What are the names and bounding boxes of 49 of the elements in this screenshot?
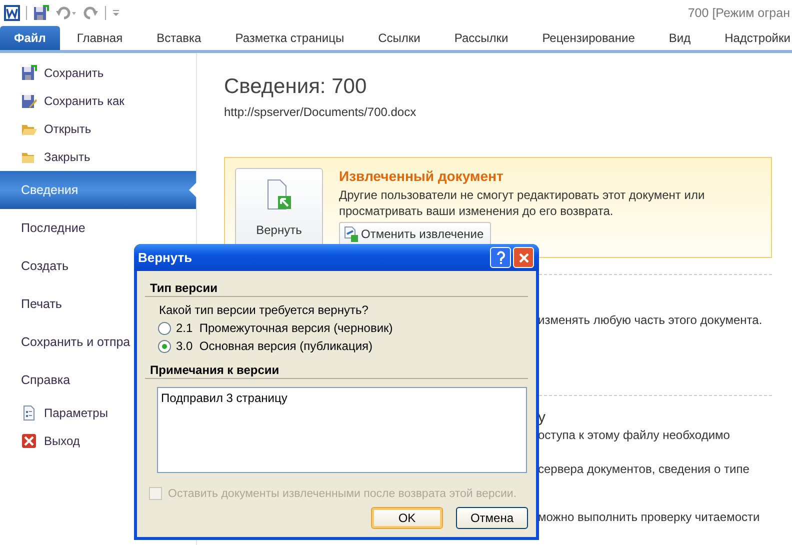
help-button[interactable] [490, 247, 511, 268]
save-icon [33, 5, 49, 21]
undo-icon[interactable] [55, 5, 77, 21]
sidebar-item[interactable]: Последние [0, 209, 196, 247]
ok-button[interactable]: OK [371, 507, 443, 529]
dialog-title: Вернуть [138, 250, 192, 265]
notes-field[interactable]: Подправил 3 страницу [157, 387, 527, 473]
window-title: 700 [Режим огран [688, 6, 790, 20]
sidebar-item[interactable]: Закрыть [0, 143, 196, 171]
checkout-title: Извлеченный документ [339, 168, 504, 184]
info-text: сервера документов, сведения о типе [538, 462, 750, 476]
save-icon [21, 65, 37, 81]
document-arrow-icon [343, 226, 359, 242]
radio-button[interactable] [158, 340, 171, 352]
save-as-icon [21, 93, 37, 109]
cancel-button[interactable]: Отмена [456, 507, 528, 529]
document-path: http://spserver/Documents/700.docx [224, 105, 418, 119]
sidebar-item[interactable]: Сохранить как [0, 87, 196, 115]
close-icon [518, 252, 530, 264]
question-text: Какой тип версии требуется вернуть? [159, 303, 370, 317]
document-arrow-icon [266, 179, 292, 211]
word-logo-icon[interactable] [4, 5, 20, 21]
options-icon [21, 405, 37, 421]
ribbon-tab[interactable]: Надстройки [708, 26, 792, 50]
exit-icon [21, 433, 37, 449]
sidebar-item[interactable]: Сохранить [0, 59, 196, 87]
ribbon-tab[interactable]: Вид [652, 26, 708, 50]
checkout-message: Другие пользователи не смогут редактировать этот документ или просматривать ваши изменения до его возврата. [339, 187, 706, 219]
ribbon-tab[interactable]: Главная [60, 26, 140, 50]
ribbon-tab[interactable]: Рассылки [437, 26, 526, 50]
version-option[interactable]: 3.0 Основная версия (публикация) [158, 337, 528, 355]
close-button[interactable] [513, 247, 534, 268]
info-text: оступа к этому файлу необходимо [538, 428, 730, 442]
section-heading: Примечания к версии [145, 363, 528, 379]
ribbon-tab[interactable]: Разметка страницы [218, 26, 362, 50]
page-heading: Сведения: 700 [224, 75, 368, 99]
version-option[interactable]: 2.1 Промежуточная версия (черновик) [158, 319, 528, 337]
ribbon-tab[interactable]: Ссылки [361, 26, 438, 50]
ribbon-tab[interactable]: Файл [0, 26, 60, 50]
section-heading: Тип версии [145, 281, 528, 297]
discard-checkout-button[interactable]: Отменить извлечение [339, 222, 491, 246]
sidebar-item[interactable]: Открыть [0, 115, 196, 143]
radio-button[interactable] [158, 322, 171, 334]
info-text: изменять любую часть этого документа. [538, 313, 762, 327]
ribbon-tab[interactable]: Рецензирование [525, 26, 652, 50]
ribbon-tab[interactable]: Вставка [140, 26, 218, 50]
help-icon [494, 250, 506, 264]
info-text: можно выполнить проверку читаемости [538, 510, 760, 524]
redo-icon[interactable] [83, 5, 99, 21]
